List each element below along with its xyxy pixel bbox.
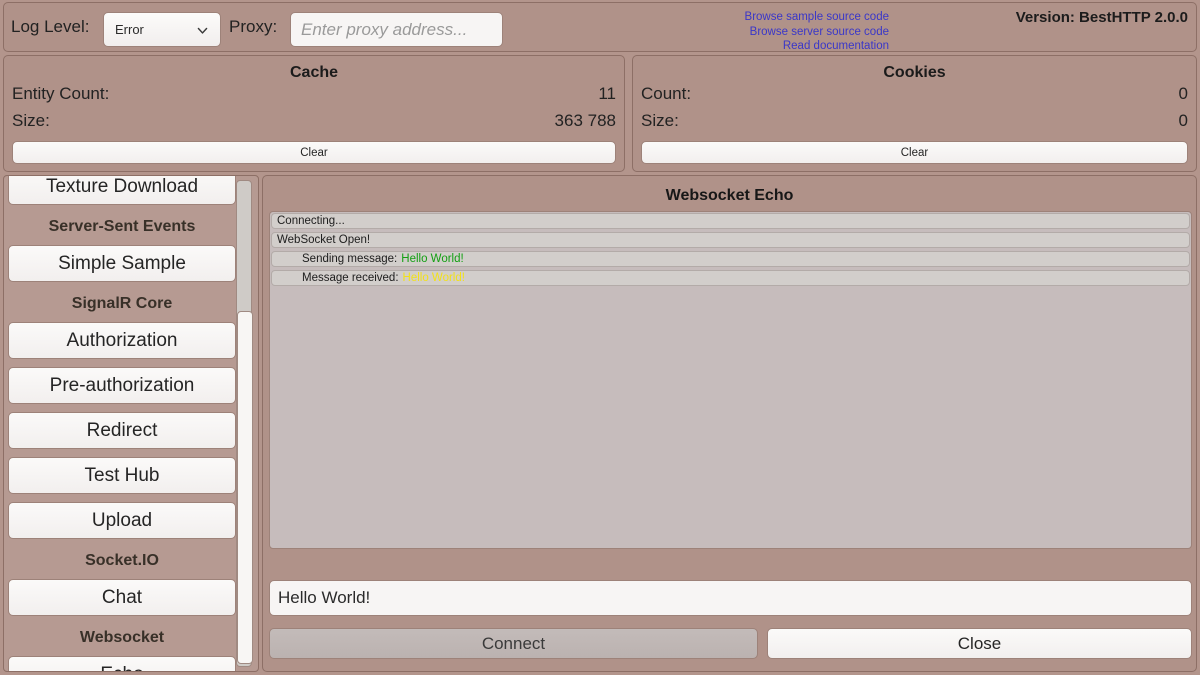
proxy-input[interactable]: Enter proxy address... (290, 12, 503, 47)
sidebar-item-authorization[interactable]: Authorization (8, 322, 236, 359)
cache-panel: Cache Entity Count: 11 Size: 363 788 Cle… (3, 55, 625, 172)
cache-entity-count-label: Entity Count: (12, 84, 110, 103)
sidebar-item-redirect[interactable]: Redirect (8, 412, 236, 449)
connect-button[interactable]: Connect (269, 628, 758, 659)
link-read-documentation[interactable]: Read documentation (589, 39, 889, 54)
cookies-title: Cookies (883, 64, 946, 81)
samples-sidebar: Texture Download Server-Sent Events Simple… (3, 175, 259, 672)
page-title: Websocket Echo (665, 187, 794, 204)
cache-size-row: Size: 363 788 (4, 109, 624, 136)
cookies-clear-button[interactable]: Clear (641, 141, 1188, 164)
log-level-label: Log Level: (11, 17, 90, 36)
log-level-value: Error (115, 22, 144, 37)
cookies-size-label: Size: (641, 111, 679, 130)
samples-list: Texture Download Server-Sent Events Simple… (8, 176, 236, 671)
message-input[interactable]: Hello World! (269, 580, 1192, 616)
log-row-text: Sending message: (302, 253, 398, 265)
log-level-dropdown[interactable]: Error (103, 12, 221, 47)
proxy-placeholder: Enter proxy address... (301, 19, 468, 39)
sidebar-item-echo[interactable]: Echo (8, 656, 236, 671)
cache-size-label: Size: (12, 111, 50, 130)
version-label: Version: BestHTTP 2.0.0 (1015, 9, 1188, 26)
log-row: WebSocket Open! (271, 232, 1190, 248)
cache-title: Cache (289, 64, 339, 81)
sidebar-item-test-hub[interactable]: Test Hub (8, 457, 236, 494)
cookies-size-value: 0 (1178, 111, 1188, 130)
sample-content-panel: Websocket Echo Connecting... WebSocket Op… (262, 175, 1197, 672)
cookies-count-label: Count: (641, 84, 692, 103)
sidebar-section-header: Socket.IO (85, 552, 159, 569)
cache-entity-count-value: 11 (598, 84, 616, 103)
log-row-text: WebSocket Open! (277, 234, 371, 246)
log-list[interactable]: Connecting... WebSocket Open! Sending mess… (269, 211, 1192, 549)
close-button[interactable]: Close (767, 628, 1192, 659)
message-input-value: Hello World! (278, 588, 371, 607)
log-row-text: Connecting... (277, 215, 345, 227)
cookies-panel: Cookies Count: 0 Size: 0 Clear (632, 55, 1197, 172)
link-browse-sample-source[interactable]: Browse sample source code (589, 10, 889, 25)
cookies-count-value: 0 (1178, 84, 1188, 103)
sidebar-section-header: Server-Sent Events (48, 218, 196, 235)
sidebar-item-simple-sample[interactable]: Simple Sample (8, 245, 236, 282)
cache-clear-button[interactable]: Clear (12, 141, 616, 164)
sidebar-item-pre-authorization[interactable]: Pre-authorization (8, 367, 236, 404)
sidebar-item-chat[interactable]: Chat (8, 579, 236, 616)
log-row-highlight: Hello World! (402, 272, 465, 284)
sidebar-section-header: SignalR Core (71, 295, 173, 312)
top-toolbar: Log Level: Error Proxy: Enter proxy addr… (3, 2, 1197, 52)
cookies-size-row: Size: 0 (633, 109, 1196, 136)
log-row: Sending message: Hello World! (271, 251, 1190, 267)
sidebar-item-upload[interactable]: Upload (8, 502, 236, 539)
link-browse-server-source[interactable]: Browse server source code (589, 25, 889, 40)
app-window: Log Level: Error Proxy: Enter proxy addr… (0, 0, 1200, 675)
chevron-down-icon (197, 27, 208, 34)
log-row: Message received: Hello World! (271, 270, 1190, 286)
help-links: Browse sample source code Browse server … (589, 10, 889, 54)
sidebar-section-header: Websocket (79, 629, 165, 646)
cache-entity-count-row: Entity Count: 11 (4, 82, 624, 109)
sidebar-scrollbar-thumb[interactable] (237, 311, 253, 664)
log-row-highlight: Hello World! (401, 253, 464, 265)
cookies-count-row: Count: 0 (633, 82, 1196, 109)
cache-size-value: 363 788 (554, 111, 616, 130)
sidebar-scrollbar-track[interactable] (236, 180, 253, 667)
proxy-label: Proxy: (229, 17, 278, 36)
log-row: Connecting... (271, 213, 1190, 229)
sidebar-item-texture-download[interactable]: Texture Download (8, 176, 236, 205)
log-row-text: Message received: (302, 272, 399, 284)
